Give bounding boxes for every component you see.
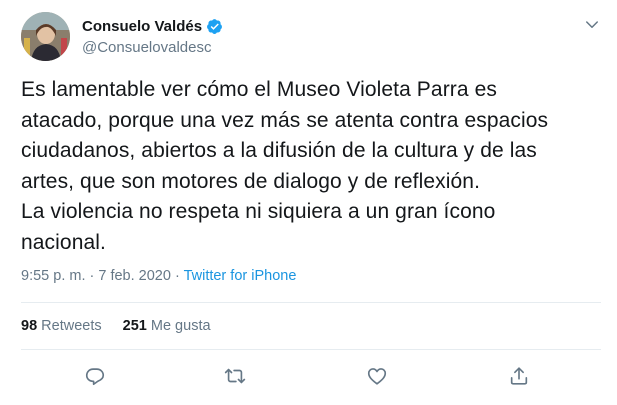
tweet-text-line: nacional.: [21, 230, 106, 254]
tweet-source-link[interactable]: Twitter for iPhone: [184, 268, 297, 284]
tweet-stats: 98 Retweets 251 Me gusta: [21, 318, 211, 334]
tweet-text-line: atacado, porque una vez más se atenta co…: [21, 108, 549, 132]
likes-count: 251: [122, 318, 147, 334]
retweets-count: 98: [21, 318, 38, 334]
avatar[interactable]: [21, 12, 70, 61]
tweet-header: Consuelo Valdés @Consuelovaldesc: [21, 12, 601, 64]
name-row: Consuelo Valdés: [82, 16, 223, 36]
tweet-text-line: ciudadanos, abiertos a la difusión de la…: [21, 139, 537, 162]
divider: [21, 349, 601, 350]
retweet-icon[interactable]: [223, 364, 247, 388]
reply-icon[interactable]: [83, 364, 107, 388]
chevron-down-icon[interactable]: [583, 16, 601, 34]
likes-stat[interactable]: 251 Me gusta: [123, 318, 211, 334]
retweets-label: Retweets: [41, 318, 102, 334]
user-handle[interactable]: @Consuelovaldesc: [82, 39, 223, 56]
verified-badge-icon: [206, 18, 223, 35]
retweets-stat[interactable]: 98 Retweets: [21, 318, 102, 334]
tweet-text-line: Es lamentable ver cómo el Museo Violeta …: [21, 78, 497, 101]
share-icon[interactable]: [507, 364, 531, 388]
user-name[interactable]: Consuelo Valdés: [82, 18, 202, 35]
tweet-text-line: La violencia no respeta ni siquiera a un…: [21, 200, 496, 223]
meta-separator: ·: [170, 268, 184, 284]
tweet-text-line: artes, que son motores de dialogo y de r…: [21, 169, 481, 193]
likes-label: Me gusta: [150, 318, 211, 334]
tweet-meta: 9:55 p. m. · 7 feb. 2020 · Twitter for i…: [21, 268, 296, 284]
tweet-text: Es lamentable ver cómo el Museo Violeta …: [21, 75, 601, 258]
tweet-timestamp[interactable]: 9:55 p. m. · 7 feb. 2020: [21, 268, 171, 284]
divider: [21, 302, 601, 303]
heart-icon[interactable]: [365, 364, 389, 388]
user-info: Consuelo Valdés @Consuelovaldesc: [82, 16, 223, 56]
tweet-card: Consuelo Valdés @Consuelovaldesc Es lame…: [0, 0, 617, 405]
tweet-actions: [21, 364, 601, 388]
